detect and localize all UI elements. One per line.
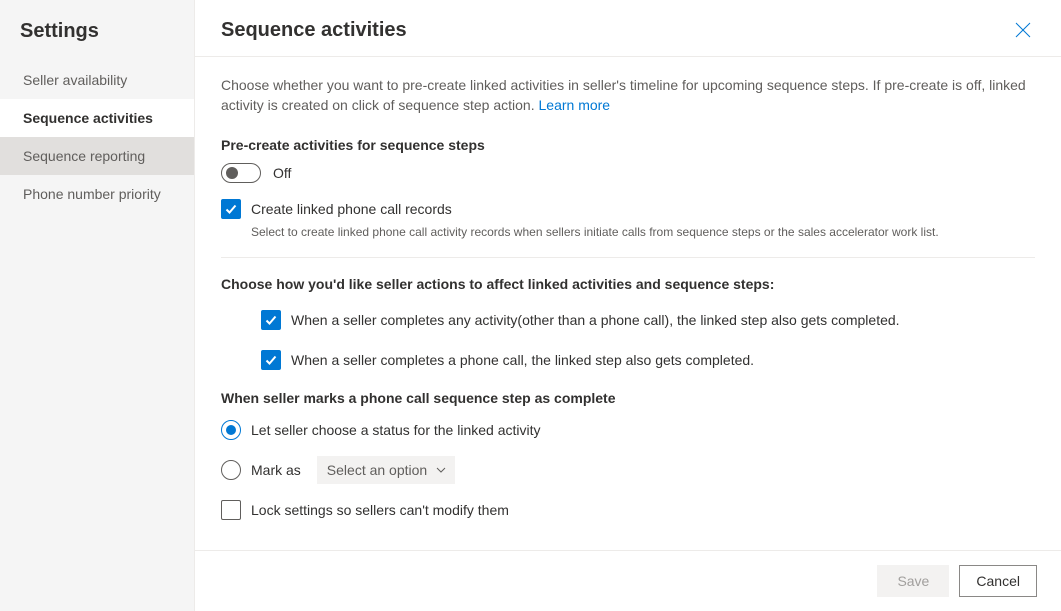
lock-settings-row: Lock settings so sellers can't modify th… — [221, 500, 1035, 520]
description-text: Choose whether you want to pre-create li… — [221, 77, 1026, 113]
sidebar-item-sequence-reporting[interactable]: Sequence reporting — [0, 137, 194, 175]
sidebar-title: Settings — [0, 0, 194, 61]
save-button[interactable]: Save — [877, 565, 949, 597]
precreate-title: Pre-create activities for sequence steps — [221, 137, 1035, 153]
radio-dot — [226, 425, 236, 435]
seller-action-2-label: When a seller completes a phone call, th… — [291, 350, 754, 370]
phone-records-row: Create linked phone call records Select … — [221, 199, 1035, 241]
radio-let-seller-choose[interactable] — [221, 420, 241, 440]
radio-mark-as[interactable] — [221, 460, 241, 480]
phone-records-label: Create linked phone call records — [251, 199, 1035, 219]
toggle-knob — [226, 167, 238, 179]
phone-records-text: Create linked phone call records Select … — [251, 199, 1035, 241]
mark-as-dropdown[interactable]: Select an option — [317, 456, 455, 484]
radio-let-seller-choose-row: Let seller choose a status for the linke… — [221, 420, 1035, 440]
dropdown-placeholder: Select an option — [327, 462, 427, 478]
checkmark-icon — [264, 353, 278, 367]
close-icon — [1015, 22, 1031, 38]
panel-header: Sequence activities — [195, 0, 1061, 57]
checkmark-icon — [224, 202, 238, 216]
panel-footer: Save Cancel — [195, 550, 1061, 611]
lock-settings-label: Lock settings so sellers can't modify th… — [251, 500, 509, 520]
precreate-toggle-row: Off — [221, 163, 1035, 183]
section-divider — [221, 257, 1035, 258]
sidebar-item-sequence-activities[interactable]: Sequence activities — [0, 99, 194, 137]
settings-sidebar: Settings Seller availability Sequence ac… — [0, 0, 195, 611]
precreate-toggle[interactable] — [221, 163, 261, 183]
page-description: Choose whether you want to pre-create li… — [221, 75, 1035, 115]
seller-action-1-label: When a seller completes any activity(oth… — [291, 310, 900, 330]
radio-mark-as-row: Mark as Select an option — [221, 456, 1035, 484]
phone-complete-title: When seller marks a phone call sequence … — [221, 390, 1035, 406]
seller-action-1-checkbox[interactable] — [261, 310, 281, 330]
sidebar-item-seller-availability[interactable]: Seller availability — [0, 61, 194, 99]
phone-records-checkbox[interactable] — [221, 199, 241, 219]
cancel-button[interactable]: Cancel — [959, 565, 1037, 597]
phone-records-desc: Select to create linked phone call activ… — [251, 223, 1035, 241]
lock-settings-checkbox[interactable] — [221, 500, 241, 520]
panel-content: Choose whether you want to pre-create li… — [195, 57, 1061, 550]
precreate-toggle-label: Off — [273, 165, 291, 181]
checkmark-icon — [264, 313, 278, 327]
page-title: Sequence activities — [221, 19, 407, 42]
sidebar-item-phone-number-priority[interactable]: Phone number priority — [0, 175, 194, 213]
main-panel: Sequence activities Choose whether you w… — [195, 0, 1061, 611]
seller-action-1-row: When a seller completes any activity(oth… — [261, 310, 1035, 330]
seller-action-2-checkbox[interactable] — [261, 350, 281, 370]
chevron-down-icon — [435, 464, 447, 476]
close-button[interactable] — [1011, 18, 1035, 42]
learn-more-link[interactable]: Learn more — [539, 97, 611, 113]
radio-let-seller-choose-label: Let seller choose a status for the linke… — [251, 422, 540, 438]
seller-actions-title: Choose how you'd like seller actions to … — [221, 276, 1035, 292]
seller-action-2-row: When a seller completes a phone call, th… — [261, 350, 1035, 370]
radio-mark-as-label: Mark as — [251, 462, 301, 478]
